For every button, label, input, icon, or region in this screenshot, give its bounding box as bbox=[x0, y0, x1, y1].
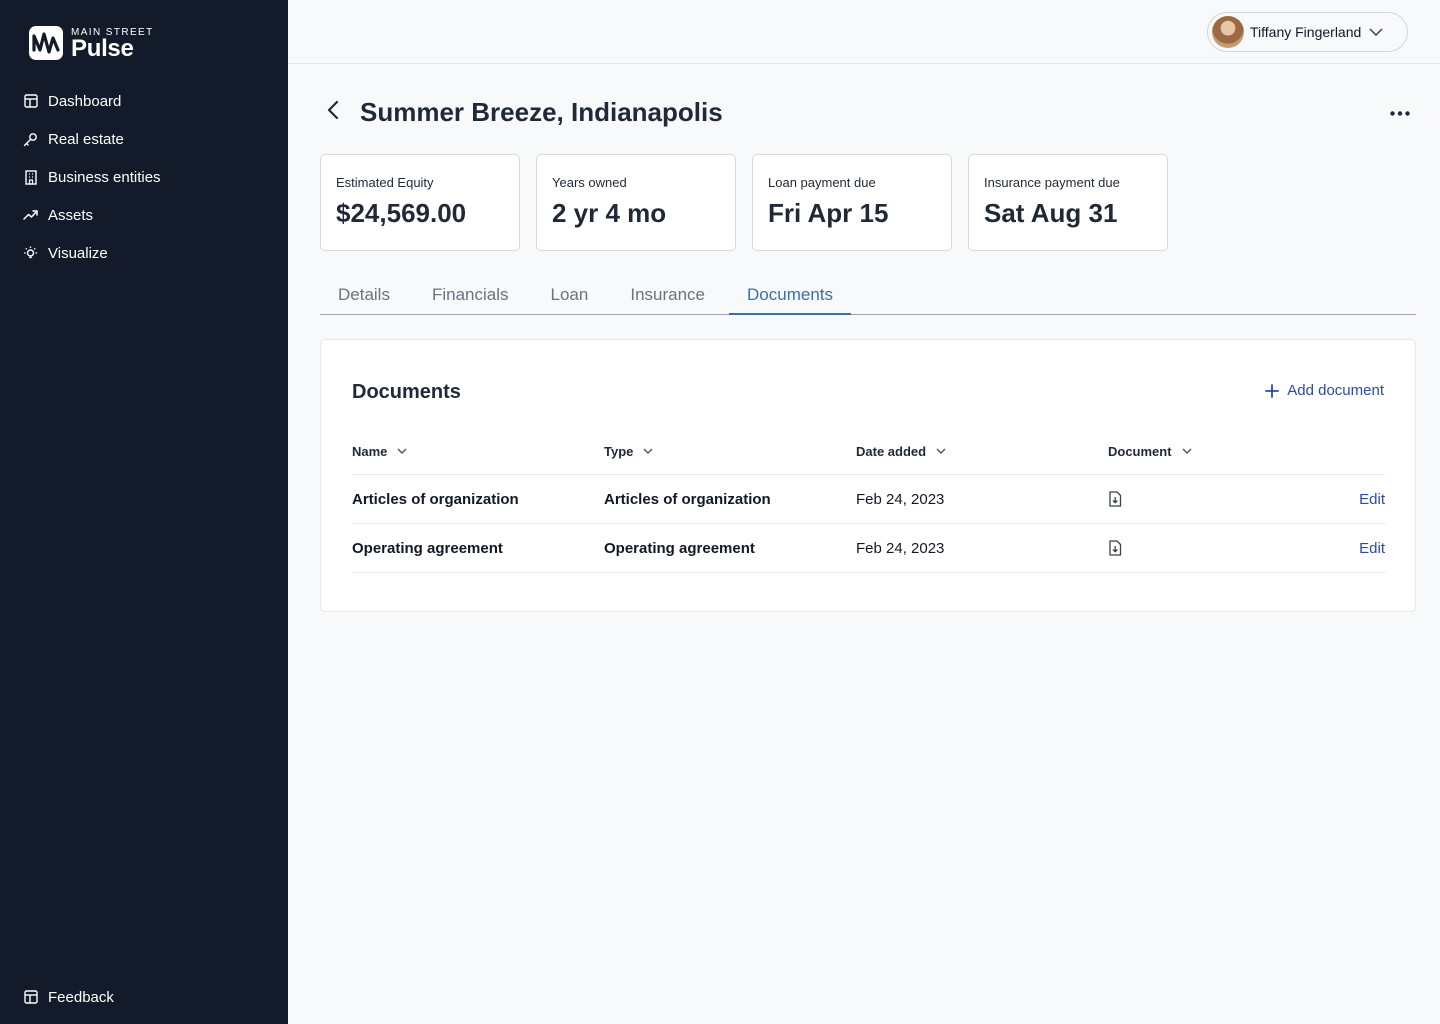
tab-insurance[interactable]: Insurance bbox=[612, 278, 723, 315]
stat-card-estimated-equity: Estimated Equity $24,569.00 bbox=[320, 154, 520, 251]
row-document bbox=[1108, 491, 1308, 507]
sidebar-item-label: Visualize bbox=[48, 244, 108, 262]
sidebar-item-label: Dashboard bbox=[48, 92, 122, 110]
sidebar-item-business-entities[interactable]: Business entities bbox=[0, 158, 288, 196]
stat-card-insurance-payment-due: Insurance payment due Sat Aug 31 bbox=[968, 154, 1168, 251]
row-name: Operating agreement bbox=[352, 539, 503, 557]
sidebar-item-visualize[interactable]: Visualize bbox=[0, 234, 288, 272]
row-document bbox=[1108, 540, 1308, 556]
column-header-date-added[interactable]: Date added bbox=[856, 443, 1108, 459]
trending-up-icon bbox=[23, 208, 38, 223]
column-header-document[interactable]: Document bbox=[1108, 443, 1308, 459]
sidebar-item-label: Business entities bbox=[48, 168, 161, 186]
layout-icon bbox=[23, 990, 38, 1005]
brand-line2: Pulse bbox=[71, 34, 134, 62]
pulse-logo-icon bbox=[29, 26, 63, 60]
stat-label: Estimated Equity bbox=[336, 175, 434, 190]
stat-value: 2 yr 4 mo bbox=[552, 198, 667, 228]
lightbulb-icon bbox=[23, 246, 38, 261]
file-download-icon[interactable] bbox=[1108, 491, 1122, 507]
stat-label: Insurance payment due bbox=[984, 175, 1120, 190]
column-label: Name bbox=[352, 443, 388, 459]
chevron-down-icon bbox=[1369, 28, 1383, 36]
tab-details[interactable]: Details bbox=[320, 278, 408, 315]
brand-logo[interactable]: MAIN STREET Pulse bbox=[29, 26, 154, 60]
sidebar-item-label: Feedback bbox=[48, 988, 114, 1006]
plus-icon bbox=[1265, 383, 1280, 398]
table-row: Operating agreement Operating agreement … bbox=[352, 524, 1385, 573]
stat-value: Sat Aug 31 bbox=[984, 198, 1118, 228]
sidebar-item-label: Real estate bbox=[48, 130, 124, 148]
sidebar-item-assets[interactable]: Assets bbox=[0, 196, 288, 234]
tab-loan[interactable]: Loan bbox=[533, 278, 607, 315]
chevron-down-icon bbox=[640, 443, 656, 459]
top-bar: Tiffany Fingerland bbox=[288, 0, 1440, 64]
tab-financials[interactable]: Financials bbox=[414, 278, 527, 315]
row-type: Articles of organization bbox=[604, 490, 771, 508]
tab-bar: Details Financials Loan Insurance Docume… bbox=[320, 278, 1416, 315]
user-name: Tiffany Fingerland bbox=[1250, 24, 1362, 40]
sidebar-item-label: Assets bbox=[48, 206, 94, 224]
back-button[interactable] bbox=[322, 100, 344, 124]
chevron-down-icon bbox=[933, 443, 949, 459]
avatar bbox=[1212, 16, 1244, 48]
sidebar-item-real-estate[interactable]: Real estate bbox=[0, 120, 288, 158]
row-date: Feb 24, 2023 bbox=[856, 539, 945, 557]
chevron-left-icon bbox=[327, 100, 339, 125]
user-menu-button[interactable]: Tiffany Fingerland bbox=[1207, 12, 1408, 52]
documents-title: Documents bbox=[352, 381, 461, 403]
building-icon bbox=[23, 169, 38, 185]
more-horizontal-icon bbox=[1390, 103, 1410, 121]
table-row: Articles of organization Articles of org… bbox=[352, 475, 1385, 524]
stat-value: $24,569.00 bbox=[336, 198, 467, 228]
column-header-name[interactable]: Name bbox=[352, 443, 604, 459]
stat-card-loan-payment-due: Loan payment due Fri Apr 15 bbox=[752, 154, 952, 251]
stat-label: Loan payment due bbox=[768, 175, 876, 190]
layout-icon bbox=[23, 94, 38, 109]
documents-table: Name Type Date added Document Articles o… bbox=[352, 428, 1385, 573]
stat-value: Fri Apr 15 bbox=[768, 198, 889, 228]
stat-label: Years owned bbox=[552, 175, 627, 190]
table-header: Name Type Date added Document bbox=[352, 428, 1385, 475]
key-icon bbox=[23, 132, 38, 147]
sidebar-item-feedback[interactable]: Feedback bbox=[0, 978, 288, 1016]
add-document-button[interactable]: Add document bbox=[1265, 382, 1384, 399]
edit-link[interactable]: Edit bbox=[1359, 491, 1385, 508]
column-label: Document bbox=[1108, 443, 1172, 459]
more-options-button[interactable] bbox=[1386, 102, 1414, 122]
documents-card: Documents Add document Name Type Date ad… bbox=[320, 339, 1416, 612]
column-label: Date added bbox=[856, 443, 927, 459]
tab-documents[interactable]: Documents bbox=[729, 278, 851, 315]
edit-link[interactable]: Edit bbox=[1359, 540, 1385, 557]
stats-row: Estimated Equity $24,569.00 Years owned … bbox=[320, 154, 1168, 251]
sidebar-nav: Dashboard Real estate Business entities … bbox=[0, 82, 288, 272]
row-name: Articles of organization bbox=[352, 490, 519, 508]
column-header-type[interactable]: Type bbox=[604, 443, 856, 459]
add-document-label: Add document bbox=[1287, 382, 1384, 399]
column-label: Type bbox=[604, 443, 634, 459]
row-date: Feb 24, 2023 bbox=[856, 490, 945, 508]
page-title: Summer Breeze, Indianapolis bbox=[360, 97, 723, 127]
file-download-icon[interactable] bbox=[1108, 540, 1122, 556]
chevron-down-icon bbox=[394, 443, 410, 459]
sidebar-item-dashboard[interactable]: Dashboard bbox=[0, 82, 288, 120]
chevron-down-icon bbox=[1179, 443, 1195, 459]
row-type: Operating agreement bbox=[604, 539, 755, 557]
sidebar: MAIN STREET Pulse Dashboard Real estate … bbox=[0, 0, 288, 1024]
stat-card-years-owned: Years owned 2 yr 4 mo bbox=[536, 154, 736, 251]
